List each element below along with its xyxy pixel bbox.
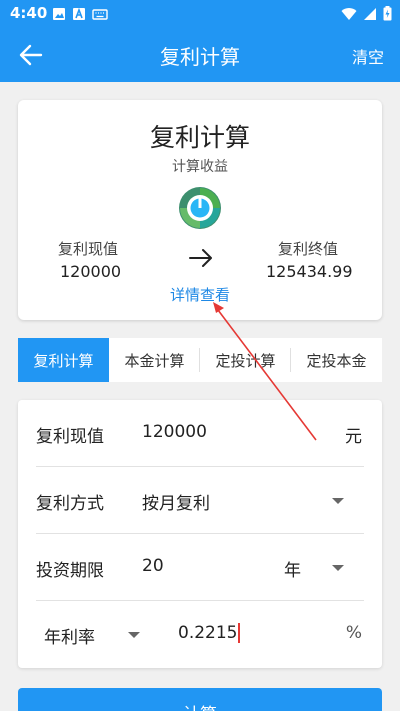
summary-subtitle: 计算收益 xyxy=(172,159,228,175)
status-bar: 4:40 xyxy=(0,0,400,28)
compound-method-label: 复利方式 xyxy=(36,494,104,514)
battery-charging-icon xyxy=(383,6,392,21)
compound-method-row: 复利方式 按月复利 xyxy=(36,467,364,534)
present-value-row: 复利现值 120000 元 xyxy=(36,400,364,467)
period-unit-select[interactable]: 年 xyxy=(284,556,301,581)
tab-fixed-principal[interactable]: 定投本金 xyxy=(291,338,382,382)
annual-rate-row: 年利率 0.2215 % xyxy=(36,601,364,668)
tab-label: 复利计算 xyxy=(33,351,94,370)
compound-method-select[interactable]: 按月复利 xyxy=(142,489,210,514)
annual-rate-input[interactable]: 0.2215 xyxy=(178,623,241,643)
tab-label: 本金计算 xyxy=(124,351,185,370)
keyboard-icon xyxy=(92,9,108,20)
status-system-icons xyxy=(341,6,392,21)
input-form: 复利现值 120000 元 复利方式 按月复利 投资期限 20 年 年利率 0.… xyxy=(18,400,382,668)
image-icon xyxy=(53,8,65,20)
calculator-logo-icon xyxy=(179,187,221,229)
page-title: 复利计算 xyxy=(160,45,240,69)
present-value-input[interactable]: 120000 xyxy=(142,422,207,442)
future-value-amount: 125434.99 xyxy=(266,262,353,281)
percent-unit: % xyxy=(345,623,362,643)
tab-principal[interactable]: 本金计算 xyxy=(109,338,200,382)
status-time: 4:40 xyxy=(10,4,48,22)
arrow-right-icon xyxy=(189,249,212,267)
chevron-down-icon[interactable] xyxy=(128,632,140,638)
chevron-down-icon[interactable] xyxy=(332,498,344,504)
signal-icon xyxy=(364,7,376,20)
wifi-icon xyxy=(341,7,357,20)
annual-rate-value: 0.2215 xyxy=(178,623,238,643)
investment-period-label: 投资期限 xyxy=(36,561,104,581)
chevron-down-icon[interactable] xyxy=(332,565,344,571)
present-value-label: 复利现值 xyxy=(58,240,119,258)
summary-card: 复利计算 计算收益 复利现值 120000 复利终值 125434.99 详情查… xyxy=(18,100,382,320)
details-link[interactable]: 详情查看 xyxy=(18,284,382,305)
currency-unit: 元 xyxy=(345,427,362,447)
calculate-button[interactable]: 计算 xyxy=(18,688,382,711)
tab-label: 定投本金 xyxy=(306,351,367,370)
present-value-amount: 120000 xyxy=(60,262,122,281)
status-notification-icons xyxy=(52,7,108,21)
investment-period-row: 投资期限 20 年 xyxy=(36,534,364,601)
clear-button[interactable]: 清空 xyxy=(352,44,384,68)
rate-type-select[interactable]: 年利率 xyxy=(44,623,95,648)
tab-compound[interactable]: 复利计算 xyxy=(18,338,109,382)
calculator-tabs: 复利计算 本金计算 定投计算 定投本金 xyxy=(18,338,382,382)
investment-period-input[interactable]: 20 xyxy=(142,556,164,576)
app-bar: 复利计算 清空 xyxy=(0,28,400,82)
tab-fixed-investment[interactable]: 定投计算 xyxy=(200,338,291,382)
tab-label: 定投计算 xyxy=(215,351,276,370)
future-value-label: 复利终值 xyxy=(278,240,339,258)
text-a-icon xyxy=(73,7,85,20)
text-cursor xyxy=(238,623,241,643)
present-value-field-label: 复利现值 xyxy=(36,427,104,447)
summary-title: 复利计算 xyxy=(149,123,250,152)
